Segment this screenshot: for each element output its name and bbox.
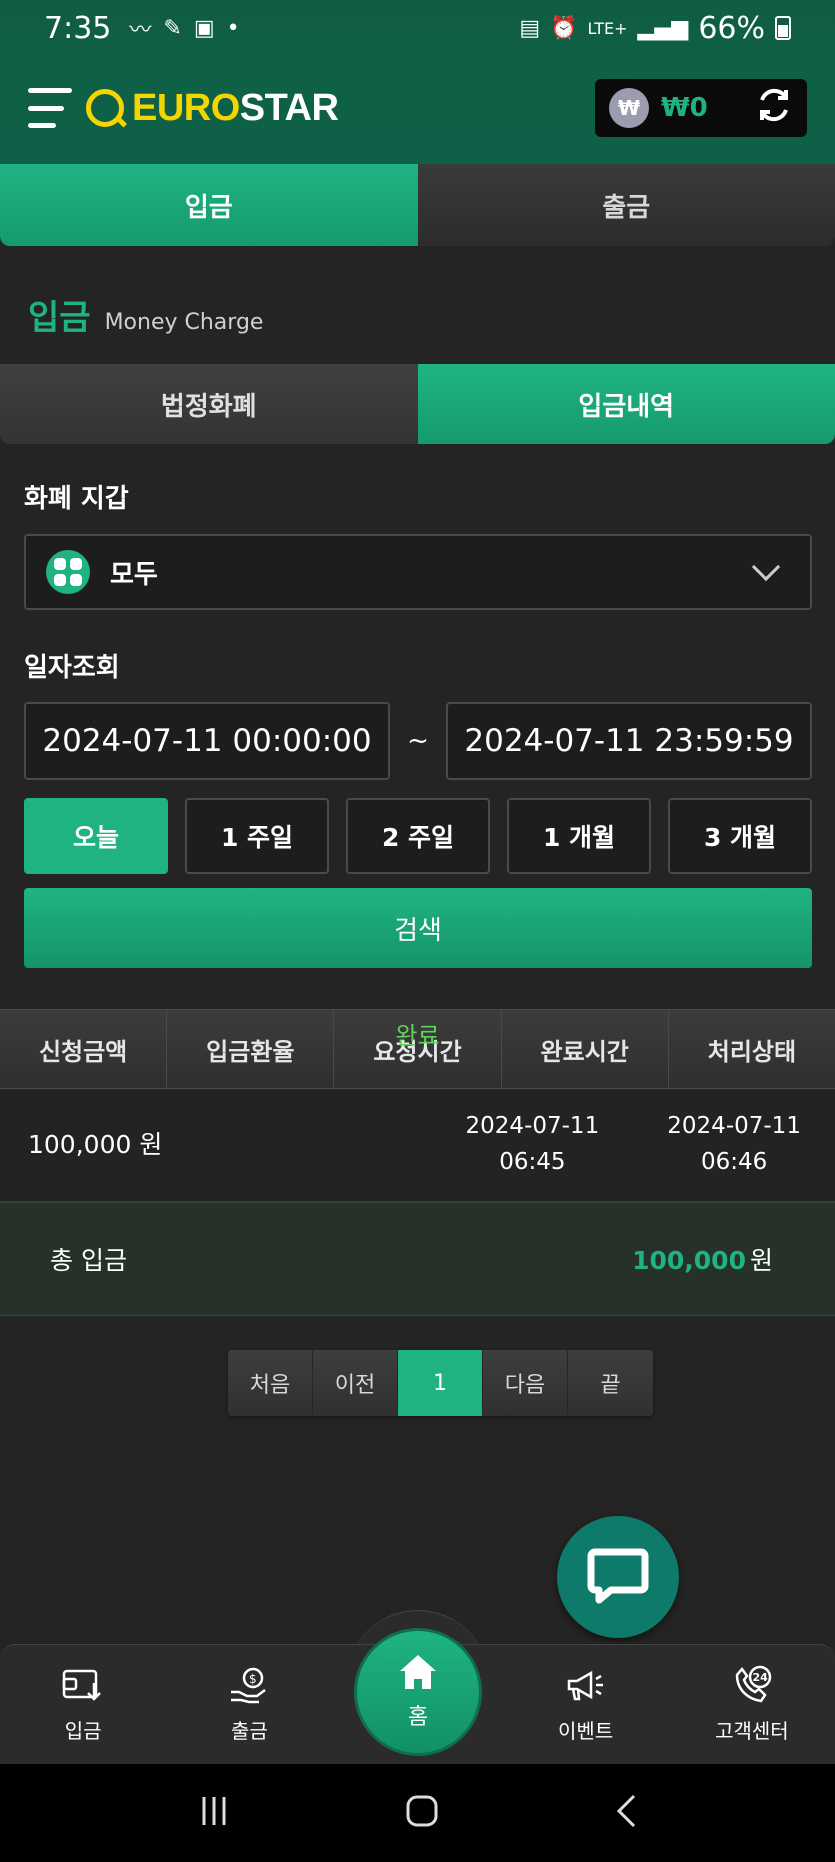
logo-euro: EURO	[132, 86, 240, 129]
range-buttons: 오늘 1 주일 2 주일 1 개월 3 개월	[24, 798, 812, 874]
nav-withdraw-label: 출금	[230, 1719, 268, 1743]
withdraw-coin-icon: $	[229, 1665, 269, 1705]
page-title-ko: 입금	[28, 298, 91, 338]
tab-withdraw[interactable]: 출금	[417, 164, 835, 246]
battery-percent: 66%	[698, 10, 765, 46]
request-clock: 06:45	[499, 1149, 566, 1175]
total-unit: 원	[749, 1246, 773, 1275]
dot-icon: •	[226, 15, 240, 41]
total-amount: 100,000	[632, 1246, 746, 1275]
battery-icon	[775, 16, 791, 40]
deposit-history-table: 신청금액 입금환율 요청시간 완료시간 처리상태 100,000 원 2024-…	[0, 1009, 835, 1202]
nav-event-label: 이벤트	[558, 1719, 614, 1743]
table-row: 100,000 원 2024-07-11 06:45 2024-07-11 06…	[0, 1022, 835, 1202]
feather-icon: ✎	[163, 15, 182, 41]
wallet-balance: ₩ ₩0	[595, 79, 807, 137]
nav-deposit[interactable]: 입금	[0, 1665, 166, 1744]
support-badge: 24	[752, 1671, 768, 1684]
megaphone-icon	[565, 1665, 607, 1705]
notification-icons: 〰 ✎ ▣ •	[129, 12, 239, 44]
complete-clock: 06:46	[700, 1149, 768, 1175]
cell-request-time: 2024-07-11 06:45	[432, 1089, 634, 1201]
home-icon	[400, 1655, 436, 1689]
cell-rate	[230, 1089, 432, 1201]
range-2week-button[interactable]: 2 주일	[346, 798, 490, 874]
app-header: 7:35 〰 ✎ ▣ • ▤ ⏰ LTE+ ▂▄▆ 66% EURO STAR …	[0, 0, 835, 164]
network-type: LTE+	[587, 18, 628, 38]
page-title-en: Money Charge	[104, 310, 264, 335]
page-last-button[interactable]: 끝	[568, 1350, 653, 1416]
nav-support-label: 고객센터	[715, 1719, 789, 1743]
wallet-select[interactable]: 모두	[24, 534, 812, 610]
date-to-input[interactable]	[446, 702, 812, 780]
range-1week-button[interactable]: 1 주일	[185, 798, 329, 874]
deposit-wallet-icon	[62, 1665, 104, 1705]
nav-event[interactable]: 이벤트	[503, 1665, 669, 1744]
wallet-filter-label: 화폐 지갑	[24, 484, 129, 514]
nav-header: EURO STAR ₩ ₩0	[0, 72, 835, 144]
total-value: 100,000 원	[632, 1241, 773, 1277]
cell-amount: 100,000 원	[28, 1129, 163, 1159]
gallery-icon: ▣	[193, 15, 215, 41]
status-time: 7:35	[44, 10, 112, 46]
chat-bubble-icon	[587, 1548, 649, 1604]
page-prev-button[interactable]: 이전	[313, 1350, 398, 1416]
date-separator: ~	[407, 726, 429, 756]
recent-apps-icon[interactable]	[198, 1795, 230, 1831]
complete-date: 2024-07-11	[667, 1113, 801, 1140]
alarm-icon: ⏰	[550, 15, 578, 41]
logo-mark-icon	[86, 89, 124, 127]
request-date: 2024-07-11	[465, 1113, 600, 1140]
menu-icon[interactable]	[28, 88, 72, 128]
page-title: 입금 Money Charge	[28, 290, 263, 339]
nav-home-button[interactable]: 홈	[354, 1628, 482, 1756]
page-first-button[interactable]: 처음	[228, 1350, 313, 1416]
support-24-icon: 24	[731, 1665, 773, 1705]
page-next-button[interactable]: 다음	[483, 1350, 568, 1416]
tab-deposit[interactable]: 입금	[0, 164, 418, 246]
main-tabs: 입금 출금	[0, 164, 835, 246]
home-system-icon[interactable]	[405, 1794, 439, 1832]
refresh-icon[interactable]	[755, 86, 793, 130]
date-filter-label: 일자조회	[24, 653, 120, 683]
nav-deposit-label: 입금	[64, 1719, 102, 1743]
status-bar: 7:35 〰 ✎ ▣ • ▤ ⏰ LTE+ ▂▄▆ 66%	[0, 0, 835, 56]
nav-support[interactable]: 24 고객센터	[669, 1665, 835, 1744]
system-nav-bar	[0, 1764, 835, 1862]
cell-complete-time: 2024-07-11 06:46	[633, 1089, 835, 1201]
date-from-input[interactable]	[24, 702, 390, 780]
signal-icon: ▂▄▆	[637, 15, 689, 41]
brand-logo[interactable]: EURO STAR	[86, 86, 339, 130]
sub-tabs: 법정화폐 입금내역	[0, 364, 835, 444]
pagination: 처음 이전 1 다음 끝	[228, 1350, 653, 1416]
system-icons: ▤ ⏰ LTE+ ▂▄▆ 66%	[519, 11, 791, 46]
grid-icon	[46, 550, 90, 594]
tab-deposit-history[interactable]: 입금내역	[417, 364, 835, 444]
logo-star: STAR	[239, 86, 339, 129]
range-1month-button[interactable]: 1 개월	[507, 798, 651, 874]
search-button[interactable]: 검색	[24, 888, 812, 968]
won-coin-icon: ₩	[609, 88, 649, 128]
tab-fiat[interactable]: 법정화폐	[0, 364, 418, 444]
page-current-button[interactable]: 1	[398, 1350, 483, 1416]
nav-home-label: 홈	[407, 1705, 429, 1730]
svg-text:$: $	[249, 1672, 257, 1686]
nfc-icon: ▤	[519, 15, 541, 41]
status-badge: 완료	[395, 1022, 440, 1051]
total-label: 총 입금	[50, 1246, 127, 1275]
range-3month-button[interactable]: 3 개월	[668, 798, 812, 874]
back-icon[interactable]	[614, 1794, 638, 1832]
range-today-button[interactable]: 오늘	[24, 798, 168, 874]
chat-button[interactable]	[557, 1516, 679, 1638]
wifi-calling-icon: 〰	[129, 18, 152, 43]
total-deposit: 총 입금 100,000 원	[0, 1202, 835, 1316]
wallet-select-value: 모두	[110, 559, 158, 590]
chevron-down-icon	[751, 552, 781, 582]
nav-withdraw[interactable]: $ 출금	[166, 1665, 332, 1744]
wallet-amount: ₩0	[661, 93, 708, 123]
date-range: ~	[24, 702, 812, 780]
